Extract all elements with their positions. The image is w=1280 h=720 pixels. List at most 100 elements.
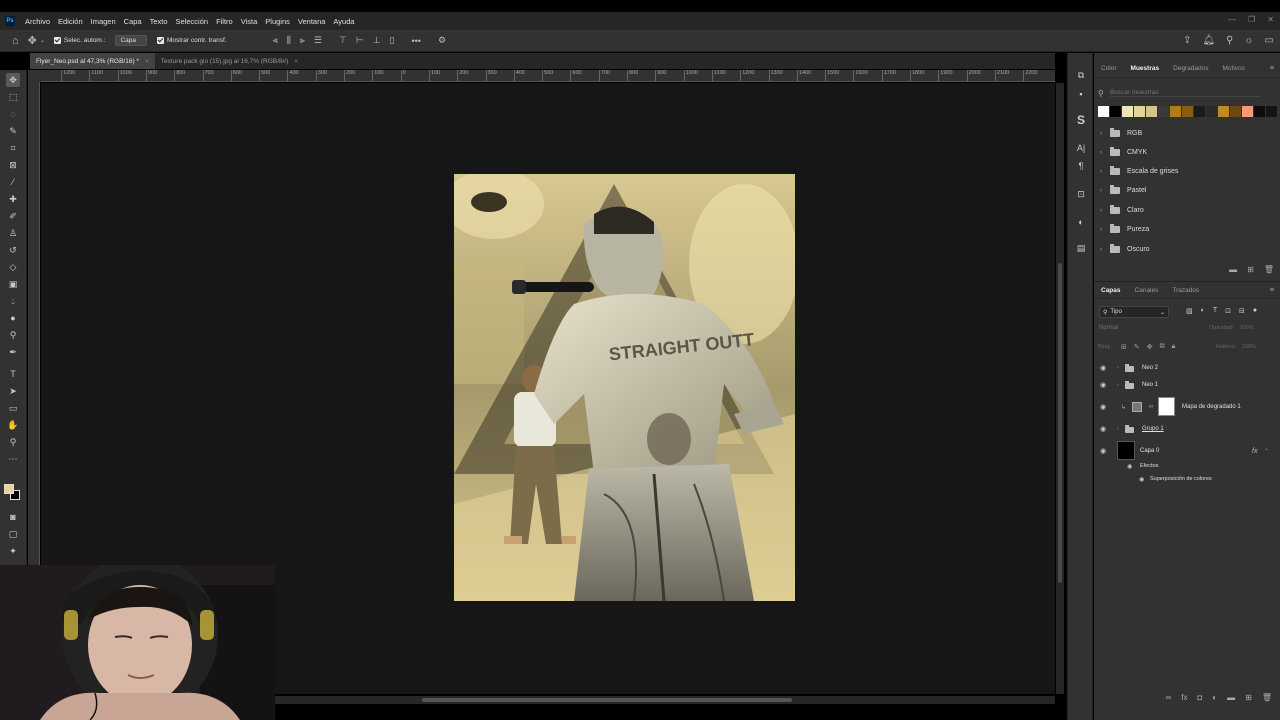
layer-row[interactable]: ◉ Capa 0 fx ⌃ [1094,441,1274,461]
bell-icon[interactable]: 🔔︎ [1202,35,1215,46]
color-swatch[interactable] [1266,106,1277,117]
close-icon[interactable]: × [145,58,149,65]
add-style-icon[interactable]: fx [1181,693,1187,702]
pen-tool-icon[interactable]: ✒ [6,345,20,359]
comments-panel-icon[interactable]: ▪ [1075,88,1087,100]
opacity-control[interactable]: Opacidad: 100% [1209,325,1254,331]
layer-mask-thumbnail[interactable] [1158,397,1175,416]
chevron-right-icon[interactable]: › [1117,365,1119,371]
tab-motivos[interactable]: Motivos [1216,65,1252,72]
chevron-right-icon[interactable]: › [1100,150,1110,156]
layer-name[interactable]: Neo 2 [1142,365,1158,371]
eyedropper-tool-icon[interactable]: ⁄ [6,175,20,189]
color-swatch[interactable] [1122,106,1133,117]
chevron-down-icon[interactable]: ⌄ [40,37,45,44]
lock-position-icon[interactable]: ✥ [1147,343,1153,351]
eraser-tool-icon[interactable]: ◇ [6,260,20,274]
new-swatch-icon[interactable]: ⊞ [1247,265,1254,274]
paragraph-panel-icon[interactable]: ¶ [1075,160,1087,172]
new-group-icon[interactable]: ▬ [1229,265,1237,274]
history-panel-icon[interactable]: ⧉ [1075,69,1087,81]
chevron-right-icon[interactable]: › [1100,169,1110,175]
horizontal-ruler[interactable]: 1200 1100 1000 900 800 700 600 500 400 300 200 100 0… [41,70,1055,82]
lock-transparency-icon[interactable]: ⊞ [1121,343,1127,351]
minimize-icon[interactable]: — [1228,15,1236,24]
effect-row[interactable]: ◉ Superposición de colores [1094,473,1274,485]
character-panel-icon[interactable]: A| [1075,142,1087,154]
fill-control[interactable]: Relleno: 100% [1216,344,1256,350]
visibility-eye-icon[interactable]: ◉ [1100,425,1106,433]
visibility-eye-icon[interactable]: ◉ [1100,364,1106,372]
color-swatch[interactable] [1146,106,1157,117]
tab-muestras[interactable]: Muestras [1124,65,1167,72]
color-swatch[interactable] [1158,106,1169,117]
lock-artboard-icon[interactable]: ⧉ [1160,343,1165,351]
tab-canales[interactable]: Canales [1128,287,1166,294]
layer-row[interactable]: ◉ › Grupo 1 [1094,419,1274,439]
color-swatch[interactable] [1254,106,1265,117]
menu-capa[interactable]: Capa [120,17,146,26]
canvas-vertical-scrollbar[interactable] [1056,83,1064,694]
swatch-group-pastel[interactable]: › Pastel [1100,181,1146,200]
scrollbar-thumb[interactable] [422,698,792,702]
link-layers-icon[interactable]: ∞ [1166,693,1172,702]
brush-tool-icon[interactable]: ✐ [6,209,20,223]
add-mask-icon[interactable]: ◘ [1197,693,1202,702]
opacity-value[interactable]: 100% [1240,325,1254,331]
menu-vista[interactable]: Vista [237,17,262,26]
flyer-artwork-image[interactable]: STRAIGHT OUTT [454,174,795,601]
tab-degradados[interactable]: Degradados [1166,65,1215,72]
move-tool-icon[interactable]: ✥ [28,34,37,47]
menu-imagen[interactable]: Imagen [87,17,120,26]
color-swatch[interactable] [1194,106,1205,117]
properties-panel-icon[interactable]: ⊡ [1075,188,1087,200]
chevron-right-icon[interactable]: › [1100,227,1110,233]
path-select-tool-icon[interactable]: ➤ [6,384,20,398]
align-center-h-icon[interactable]: ⫼ [287,35,291,46]
auto-select-checkbox[interactable]: Selec. autom.: [53,37,105,44]
align-bottom-icon[interactable]: ⊥ [373,35,381,46]
adjustment-filter-icon[interactable]: ◐ [1201,307,1205,315]
lock-all-icon[interactable]: 🔒︎ [1172,343,1176,351]
gradient-tool-icon[interactable]: ▣ [6,277,20,291]
smart-object-filter-icon[interactable]: ⊟ [1239,307,1245,315]
distribute-h-icon[interactable]: ☰ [314,35,322,46]
layer-row[interactable]: ◉ ↳ ∞ Mapa de degradado 1 [1094,397,1274,417]
workspace-icon[interactable]: ▭ [1265,35,1274,46]
effects-row[interactable]: ◉ Efectos [1094,460,1274,472]
link-icon[interactable]: ∞ [1149,404,1153,410]
layer-row[interactable]: ◉ › Neo 1 [1094,375,1274,395]
quick-select-tool-icon[interactable]: ✎ [6,124,20,138]
search-icon[interactable]: ⚲ [1226,35,1233,46]
color-swatch[interactable] [1170,106,1181,117]
color-swatch[interactable] [1182,106,1193,117]
trash-icon[interactable]: 🗑︎ [1262,693,1272,702]
new-layer-icon[interactable]: ⊞ [1245,693,1252,702]
tab-texture-pack[interactable]: Texture pack gio (15).jpg al 16,7% (RGB/… [155,53,304,69]
visibility-eye-icon[interactable]: ◉ [1139,476,1144,483]
search-swatches-input[interactable] [1109,89,1260,97]
dodge-burn-tool-icon[interactable]: ⚲ [6,328,20,342]
menu-seleccion[interactable]: Selección [172,17,213,26]
quick-mask-icon[interactable]: ◙ [6,510,20,524]
move-tool-icon[interactable]: ✥ [6,73,20,87]
show-transform-checkbox[interactable]: Mostrar contr. transf. [157,37,227,44]
lasso-tool-icon[interactable]: ◌ [6,107,20,121]
tab-trazados[interactable]: Trazados [1165,287,1206,294]
zoom-tool-icon[interactable]: ⚲ [6,435,20,449]
shape-filter-icon[interactable]: ⊡ [1225,307,1231,315]
healing-brush-tool-icon[interactable]: ✚ [6,192,20,206]
blur-tool-icon[interactable]: 💧︎ [6,294,20,308]
align-middle-icon[interactable]: ⊢ [356,35,364,46]
tab-capas[interactable]: Capas [1094,287,1128,294]
stock-panel-icon[interactable]: S [1075,113,1087,127]
color-swatch[interactable] [1242,106,1253,117]
layer-name[interactable]: Mapa de degradado 1 [1182,404,1241,410]
share-icon[interactable]: ⇪ [1183,35,1191,46]
swatch-group-rgb[interactable]: › RGB [1100,124,1142,143]
panel-menu-icon[interactable]: ≡ [1270,65,1274,72]
panel-menu-icon[interactable]: ≡ [1270,287,1274,294]
swatch-group-claro[interactable]: › Claro [1100,201,1144,220]
adjustments-panel-icon[interactable]: ◐ [1075,216,1087,228]
visibility-eye-icon[interactable]: ◉ [1127,463,1132,470]
